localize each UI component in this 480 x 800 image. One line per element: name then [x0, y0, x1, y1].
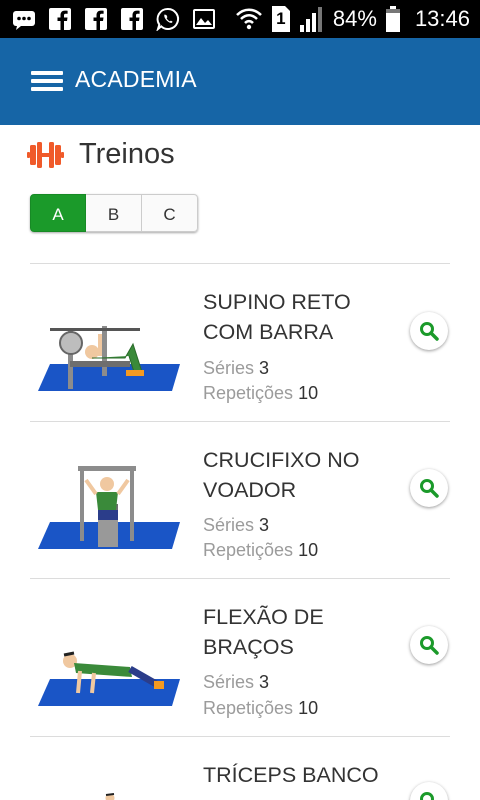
- list-item[interactable]: CRUCIFIXO NO VOADOR Séries 3 Repetições …: [0, 422, 480, 579]
- section-title: Treinos: [79, 138, 175, 170]
- reps-value: 10: [298, 540, 319, 560]
- triceps-dips-illustration: [105, 793, 115, 800]
- list-item[interactable]: FLEXÃO DE BRAÇOS Séries 3 Repetições 10: [0, 579, 480, 736]
- chat-icon: [13, 11, 35, 30]
- view-exercise-button[interactable]: [410, 626, 448, 664]
- exercise-reps: Repetições 10: [203, 696, 318, 720]
- reps-value: 10: [298, 698, 319, 718]
- series-label: Séries: [203, 358, 255, 378]
- exercise-name: FLEXÃO DE BRAÇOS: [203, 605, 324, 659]
- exercise-name: SUPINO RETO COM BARRA: [203, 290, 351, 344]
- exercise-name: CRUCIFIXO NO VOADOR: [203, 448, 360, 502]
- battery-percent: 84%: [332, 6, 377, 31]
- search-icon: [420, 322, 439, 341]
- list-item[interactable]: SUPINO RETO COM BARRA Séries 3 Repetiçõe…: [0, 264, 480, 421]
- dumbbell-icon: [27, 142, 64, 168]
- search-icon: [420, 479, 439, 498]
- series-value: 3: [259, 515, 270, 535]
- exercise-reps: Repetições 10: [203, 381, 318, 405]
- facebook-icon: [85, 8, 107, 30]
- list-item[interactable]: TRÍCEPS BANCO: [0, 737, 480, 800]
- facebook-icon: [121, 8, 143, 30]
- workout-tabs: A B C: [30, 194, 198, 232]
- facebook-icon: [49, 8, 71, 30]
- tab-b[interactable]: B: [86, 194, 142, 232]
- reps-label: Repetições: [203, 540, 294, 560]
- sim-slot-number: 1: [276, 9, 286, 28]
- clock: 13:46: [414, 6, 470, 31]
- view-exercise-button[interactable]: [410, 782, 448, 800]
- reps-value: 10: [298, 383, 319, 403]
- battery-icon: [385, 6, 400, 32]
- search-icon: [420, 636, 439, 655]
- exercise-series: Séries 3: [203, 513, 269, 537]
- menu-icon[interactable]: [31, 69, 63, 93]
- tab-c[interactable]: C: [142, 194, 198, 232]
- series-label: Séries: [203, 515, 255, 535]
- series-value: 3: [259, 358, 270, 378]
- view-exercise-button[interactable]: [410, 469, 448, 507]
- exercise-series: Séries 3: [203, 356, 269, 380]
- bench-press-illustration: [38, 326, 180, 391]
- signal-icon: [299, 7, 322, 32]
- exercise-series: Séries 3: [203, 670, 269, 694]
- whatsapp-icon: [156, 7, 180, 31]
- push-up-illustration: [38, 651, 180, 706]
- image-icon: [193, 9, 215, 29]
- reps-label: Repetições: [203, 383, 294, 403]
- system-status: 1 84% 13:46: [235, 4, 470, 34]
- series-value: 3: [259, 672, 270, 692]
- wifi-icon: [236, 8, 262, 30]
- series-label: Séries: [203, 672, 255, 692]
- tab-a[interactable]: A: [30, 194, 86, 232]
- status-bar: 1 84% 13:46: [0, 0, 480, 38]
- notification-icons: [12, 7, 216, 31]
- pec-deck-illustration: [38, 466, 180, 549]
- reps-label: Repetições: [203, 698, 294, 718]
- app-bar: ACADEMIA: [0, 38, 480, 125]
- view-exercise-button[interactable]: [410, 312, 448, 350]
- app-title: ACADEMIA: [75, 66, 197, 92]
- search-icon: [420, 792, 434, 800]
- exercise-reps: Repetições 10: [203, 538, 318, 562]
- exercise-name: TRÍCEPS BANCO: [203, 763, 379, 787]
- sim-icon: 1: [271, 5, 291, 33]
